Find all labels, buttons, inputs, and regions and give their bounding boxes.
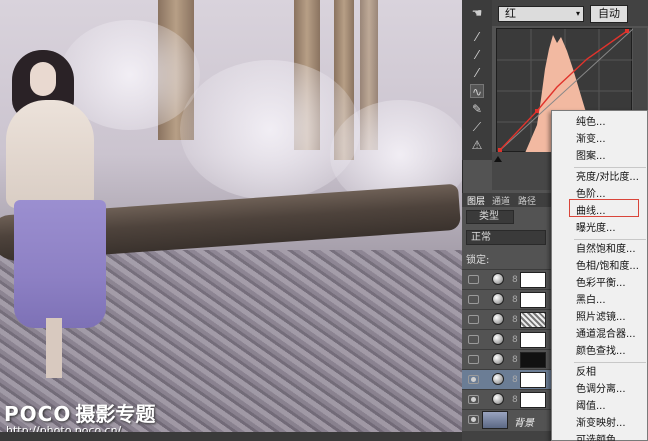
curves-highlight-box [569, 199, 639, 217]
background-layer-name: 背景 [514, 418, 534, 429]
tab-channels[interactable]: 通道 [492, 194, 510, 207]
hand-adjust-icon[interactable]: ☚ [470, 6, 484, 20]
status-bar [0, 432, 462, 441]
white-point-eyedropper-icon[interactable]: ⁄ [470, 66, 484, 80]
blend-mode-select[interactable]: 正常 [466, 230, 546, 245]
adjustment-layer-icon [492, 353, 504, 365]
menu-item-color-lookup[interactable]: 颜色查找... [552, 343, 648, 360]
menu-item-invert[interactable]: 反相 [552, 364, 648, 381]
link-icon: 8 [512, 315, 518, 325]
adjustment-layer-icon [492, 393, 504, 405]
adjustment-layer-menu: 纯色... 渐变... 图案... 亮度/对比度... 色阶... 曲线... … [551, 110, 648, 441]
chevron-down-icon: ▾ [575, 9, 580, 18]
link-icon: 8 [512, 395, 518, 405]
kind-filter-value: 类型 [479, 211, 499, 222]
link-icon: 8 [512, 335, 518, 345]
visibility-icon[interactable] [468, 395, 479, 404]
menu-item-gradient[interactable]: 渐变... [552, 131, 648, 148]
menu-item-color-balance[interactable]: 色彩平衡... [552, 275, 648, 292]
adjustment-layer-icon [492, 333, 504, 345]
lock-label: 锁定: [466, 255, 490, 266]
curve-point[interactable] [535, 109, 539, 113]
menu-separator [574, 239, 646, 240]
black-point-eyedropper-icon[interactable]: ⁄ [470, 30, 484, 44]
layer-mask-thumbnail[interactable] [520, 372, 546, 388]
black-slider-handle[interactable] [494, 156, 502, 162]
layer-mask-thumbnail[interactable] [520, 392, 546, 408]
menu-item-channel-mixer[interactable]: 通道混合器... [552, 326, 648, 343]
link-icon: 8 [512, 375, 518, 385]
auto-button[interactable]: 自动 [590, 5, 628, 23]
visibility-icon[interactable] [468, 335, 479, 344]
layer-mask-thumbnail[interactable] [520, 352, 546, 368]
adjustment-layer-icon [492, 273, 504, 285]
channel-select-value: 红 [505, 7, 516, 20]
model-face [30, 62, 56, 96]
photo-canvas: POCO 摄影专题 http://photo.poco.cn/ [0, 0, 462, 441]
watermark: POCO 摄影专题 http://photo.poco.cn/ [4, 398, 156, 437]
watermark-subtitle: 摄影专题 [75, 402, 156, 426]
menu-item-threshold[interactable]: 阈值... [552, 398, 648, 415]
curve-point-icon[interactable]: ∿ [470, 84, 484, 99]
layer-mask-thumbnail[interactable] [520, 312, 546, 328]
adjustment-layer-icon [492, 373, 504, 385]
model-blouse [6, 100, 94, 208]
link-icon: 8 [512, 295, 518, 305]
menu-separator [574, 167, 646, 168]
menu-item-selective-color[interactable]: 可选颜色... [552, 432, 648, 441]
model-skirt [14, 200, 106, 328]
layer-mask-thumbnail[interactable] [520, 292, 546, 308]
visibility-icon[interactable] [468, 315, 479, 324]
tab-paths[interactable]: 路径 [518, 194, 536, 207]
background-thumbnail [482, 411, 508, 429]
menu-separator [574, 362, 646, 363]
menu-item-vibrance[interactable]: 自然饱和度... [552, 241, 648, 258]
menu-item-hue-saturation[interactable]: 色相/饱和度... [552, 258, 648, 275]
layer-kind-filter[interactable]: 类型 [466, 210, 514, 224]
menu-item-exposure[interactable]: 曝光度... [552, 220, 648, 237]
link-icon: 8 [512, 275, 518, 285]
layer-mask-thumbnail[interactable] [520, 332, 546, 348]
menu-item-pattern[interactable]: 图案... [552, 148, 648, 165]
menu-item-brightness-contrast[interactable]: 亮度/对比度... [552, 169, 648, 186]
adjustment-layer-icon [492, 313, 504, 325]
tab-layers[interactable]: 图层 [467, 194, 485, 207]
menu-item-black-white[interactable]: 黑白... [552, 292, 648, 309]
blend-mode-value: 正常 [471, 232, 491, 243]
adjustment-layer-icon [492, 293, 504, 305]
link-icon: 8 [512, 355, 518, 365]
model-leg [46, 318, 62, 378]
visibility-icon[interactable] [468, 275, 479, 284]
gray-point-eyedropper-icon[interactable]: ⁄ [470, 48, 484, 62]
visibility-icon[interactable] [468, 415, 479, 424]
channel-select[interactable]: 红 ▾ [498, 6, 584, 22]
visibility-icon[interactable] [468, 295, 479, 304]
visibility-icon[interactable] [468, 375, 479, 384]
watermark-logo: POCO [4, 402, 72, 426]
curve-point[interactable] [625, 29, 629, 33]
clipping-warning-icon[interactable]: ⚠ [470, 138, 484, 152]
smooth-icon[interactable]: ⟋ [470, 120, 484, 134]
menu-item-photo-filter[interactable]: 照片滤镜... [552, 309, 648, 326]
curves-tool-strip: ☚ ⁄ ⁄ ⁄ ∿ ✎ ⟋ ⚠ [462, 0, 492, 160]
pencil-icon[interactable]: ✎ [470, 102, 484, 116]
visibility-icon[interactable] [468, 355, 479, 364]
foliage [180, 60, 360, 200]
layer-mask-thumbnail[interactable] [520, 272, 546, 288]
menu-item-posterize[interactable]: 色调分离... [552, 381, 648, 398]
menu-item-solid-color[interactable]: 纯色... [552, 114, 648, 131]
menu-item-gradient-map[interactable]: 渐变映射... [552, 415, 648, 432]
